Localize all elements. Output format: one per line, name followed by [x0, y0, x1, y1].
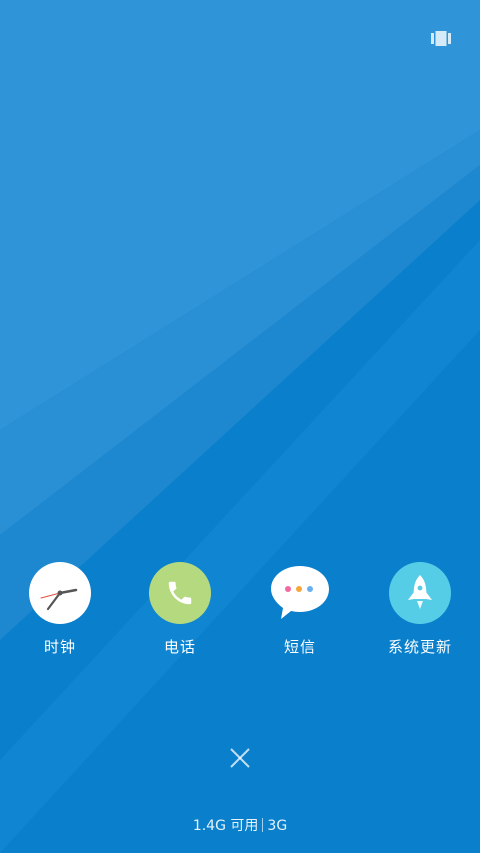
- rocket-icon[interactable]: [389, 562, 451, 624]
- app-system-update[interactable]: 系统更新: [360, 562, 480, 657]
- multi-window-icon[interactable]: [431, 31, 451, 46]
- wallpaper: [0, 0, 480, 853]
- memory-status: 1.4G 可用 3G: [0, 815, 480, 835]
- memory-available: 1.4G 可用: [192, 818, 259, 834]
- close-icon[interactable]: [229, 747, 251, 769]
- phone-icon[interactable]: [149, 562, 211, 624]
- app-label: 系统更新: [387, 638, 452, 656]
- app-label: 时钟: [43, 638, 76, 656]
- app-clock[interactable]: 时钟: [0, 562, 120, 657]
- clock-icon[interactable]: [29, 562, 91, 624]
- message-icon[interactable]: [269, 562, 331, 624]
- app-dock: 时钟 电话 短信 系统更新: [0, 562, 480, 662]
- app-messages[interactable]: 短信: [240, 562, 360, 657]
- app-label: 短信: [283, 638, 316, 656]
- divider: [262, 818, 264, 832]
- network-type: 3G: [267, 818, 288, 834]
- app-label: 电话: [163, 638, 196, 656]
- app-phone[interactable]: 电话: [120, 562, 240, 657]
